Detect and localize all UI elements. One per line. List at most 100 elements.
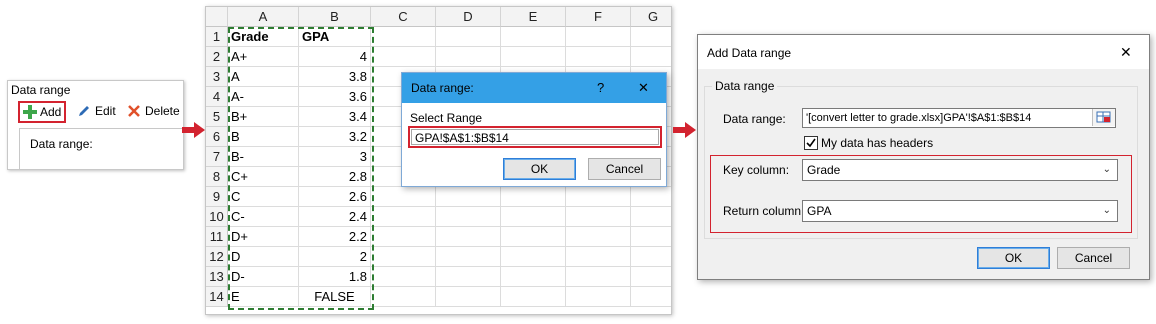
cancel-button[interactable]: Cancel (1057, 247, 1130, 269)
row-header[interactable]: 5 (206, 107, 228, 127)
empty-cell[interactable] (436, 247, 501, 267)
row-header[interactable]: 4 (206, 87, 228, 107)
column-header[interactable]: D (436, 7, 501, 27)
pencil-icon (79, 106, 89, 116)
empty-cell[interactable] (436, 27, 501, 47)
empty-cell[interactable] (631, 47, 671, 67)
empty-cell[interactable] (631, 287, 671, 307)
column-header[interactable]: C (371, 7, 436, 27)
empty-cell[interactable] (436, 47, 501, 67)
empty-cell[interactable] (631, 27, 671, 47)
key-column-select[interactable]: Grade ⌄ (802, 159, 1118, 181)
row-header[interactable]: 11 (206, 227, 228, 247)
empty-cell[interactable] (566, 187, 631, 207)
help-icon[interactable]: ? (597, 80, 604, 95)
empty-cell[interactable] (631, 227, 671, 247)
empty-cell[interactable] (501, 267, 566, 287)
empty-cell[interactable] (371, 247, 436, 267)
data-range-list[interactable]: Data range: (19, 128, 184, 169)
empty-cell[interactable] (501, 247, 566, 267)
ok-button[interactable]: OK (977, 247, 1050, 269)
empty-cell[interactable] (501, 207, 566, 227)
empty-cell[interactable] (631, 267, 671, 287)
empty-cell[interactable] (371, 287, 436, 307)
delete-label: Delete (145, 104, 180, 118)
empty-cell[interactable] (371, 207, 436, 227)
column-header[interactable]: G (631, 7, 671, 27)
empty-cell[interactable] (631, 247, 671, 267)
row-header[interactable]: 7 (206, 147, 228, 167)
empty-cell[interactable] (566, 47, 631, 67)
empty-cell[interactable] (566, 27, 631, 47)
range-input[interactable]: GPA!$A$1:$B$14 (411, 129, 659, 145)
check-icon (806, 138, 816, 148)
empty-cell[interactable] (631, 207, 671, 227)
column-header[interactable]: A (228, 7, 299, 27)
headers-checkbox[interactable] (804, 136, 818, 150)
row-header[interactable]: 2 (206, 47, 228, 67)
empty-cell[interactable] (501, 27, 566, 47)
empty-cell[interactable] (371, 187, 436, 207)
row-header[interactable]: 10 (206, 207, 228, 227)
empty-cell[interactable] (436, 227, 501, 247)
empty-cell[interactable] (371, 227, 436, 247)
empty-cell[interactable] (566, 207, 631, 227)
empty-cell[interactable] (501, 187, 566, 207)
empty-cell[interactable] (566, 227, 631, 247)
row-header[interactable]: 8 (206, 167, 228, 187)
empty-cell[interactable] (436, 187, 501, 207)
row-header[interactable]: 3 (206, 67, 228, 87)
copy-marquee (228, 27, 374, 310)
cancel-button[interactable]: Cancel (588, 158, 661, 180)
empty-cell[interactable] (371, 267, 436, 287)
close-icon[interactable]: ✕ (1120, 44, 1132, 61)
range-select-icon (1096, 111, 1111, 123)
plus-icon (23, 105, 37, 119)
headers-checkbox-label[interactable]: My data has headers (821, 136, 933, 150)
key-column-value: Grade (807, 163, 841, 177)
row-header[interactable]: 13 (206, 267, 228, 287)
empty-cell[interactable] (371, 27, 436, 47)
empty-cell[interactable] (566, 267, 631, 287)
select-range-label: Select Range (410, 111, 483, 125)
close-icon[interactable]: ✕ (638, 80, 649, 96)
empty-cell[interactable] (566, 247, 631, 267)
range-picker-button[interactable] (1092, 109, 1115, 126)
empty-cell[interactable] (631, 187, 671, 207)
empty-cell[interactable] (436, 267, 501, 287)
corner-cell[interactable] (206, 7, 228, 27)
empty-cell[interactable] (501, 287, 566, 307)
column-header[interactable]: E (501, 7, 566, 27)
edit-button[interactable]: Edit (77, 101, 116, 121)
delete-x-icon (128, 105, 140, 117)
row-header[interactable]: 9 (206, 187, 228, 207)
ok-button[interactable]: OK (503, 158, 576, 180)
row-header[interactable]: 12 (206, 247, 228, 267)
empty-cell[interactable] (436, 207, 501, 227)
dialog-titlebar: Data range: ? ✕ (402, 73, 666, 103)
empty-cell[interactable] (501, 47, 566, 67)
add-data-range-dialog: Add Data range ✕ Data range Data range: … (697, 34, 1150, 280)
row-header[interactable]: 14 (206, 287, 228, 307)
dialog-title: Add Data range (707, 46, 792, 60)
edit-label: Edit (95, 104, 116, 118)
empty-cell[interactable] (566, 287, 631, 307)
delete-button[interactable]: Delete (127, 101, 180, 121)
return-column-value: GPA (807, 204, 832, 218)
range-field[interactable]: '[convert letter to grade.xlsx]GPA'!$A$1… (802, 108, 1116, 128)
column-header[interactable]: B (299, 7, 371, 27)
row-header[interactable]: 1 (206, 27, 228, 47)
column-header[interactable]: F (566, 7, 631, 27)
dialog-title: Data range: (411, 81, 474, 95)
right-arrow-icon (673, 122, 696, 138)
chevron-down-icon: ⌄ (1102, 164, 1111, 175)
right-arrow-icon (182, 122, 205, 138)
add-button[interactable]: Add (18, 101, 67, 123)
row-header[interactable]: 6 (206, 127, 228, 147)
range-label: Data range: (723, 112, 786, 126)
empty-cell[interactable] (436, 287, 501, 307)
empty-cell[interactable] (501, 227, 566, 247)
return-column-select[interactable]: GPA ⌄ (802, 200, 1118, 222)
panel-title: Data range (11, 83, 71, 97)
empty-cell[interactable] (371, 47, 436, 67)
